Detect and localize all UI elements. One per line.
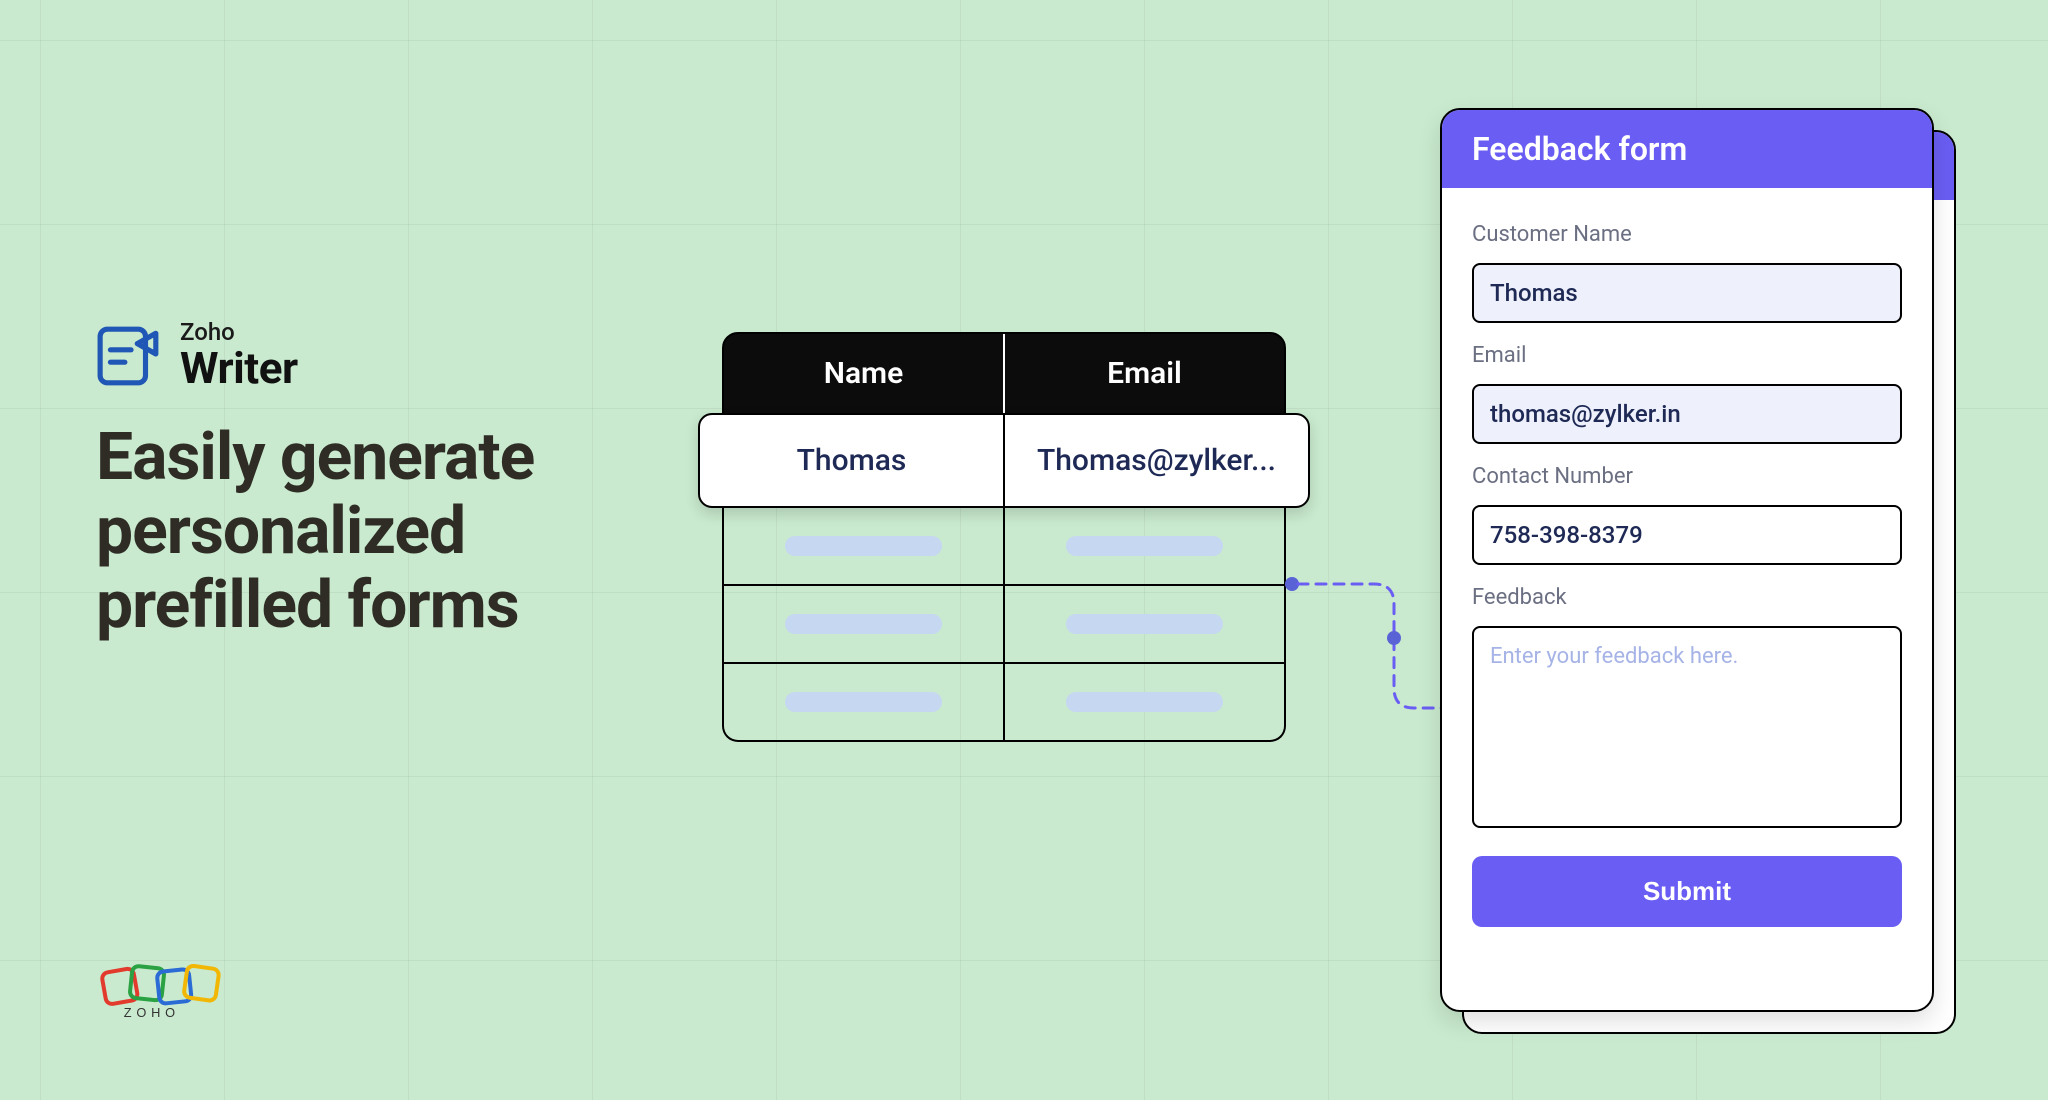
input-contact-number[interactable] [1472, 505, 1902, 565]
cell-placeholder [1005, 664, 1284, 740]
cell-placeholder [1005, 508, 1284, 584]
table-row [724, 508, 1284, 584]
cell-name: Thomas [700, 415, 1005, 506]
label-contact-number: Contact Number [1472, 464, 1902, 489]
brand-lockup: Zoho Writer [96, 320, 696, 391]
table-header: Name Email [722, 332, 1286, 415]
submit-button[interactable]: Submit [1472, 856, 1902, 927]
illustration-canvas: Zoho Writer Easily generate personalized… [44, 40, 2004, 1060]
input-customer-name[interactable] [1472, 263, 1902, 323]
cell-email: Thomas@zylker... [1005, 415, 1308, 506]
left-column: Zoho Writer Easily generate personalized… [96, 320, 696, 643]
table-row-highlighted: Thomas Thomas@zylker... [698, 413, 1310, 508]
form-stack: Feedback form Customer Name Email Contac… [1440, 108, 1934, 1012]
textarea-feedback[interactable] [1472, 626, 1902, 828]
form-card: Feedback form Customer Name Email Contac… [1440, 108, 1934, 1012]
table-header-name: Name [724, 334, 1005, 413]
input-email[interactable] [1472, 384, 1902, 444]
skeleton-bar [1066, 692, 1222, 712]
cell-placeholder [724, 508, 1005, 584]
data-table: Name Email Thomas Thomas@zylker... [722, 332, 1286, 742]
label-customer-name: Customer Name [1472, 222, 1902, 247]
skeleton-bar [785, 692, 941, 712]
form-title: Feedback form [1442, 110, 1932, 188]
skeleton-bar [1066, 536, 1222, 556]
table-row [724, 662, 1284, 740]
skeleton-bar [785, 536, 941, 556]
zoho-logo: ZOHO [96, 956, 230, 1020]
table-header-email: Email [1005, 334, 1284, 413]
skeleton-bar [1066, 614, 1222, 634]
headline: Easily generate personalized prefilled f… [96, 421, 696, 643]
brand-name: Writer [180, 345, 298, 391]
label-email: Email [1472, 343, 1902, 368]
writer-icon [96, 323, 162, 389]
connector-line [1284, 576, 1454, 726]
cell-placeholder [724, 664, 1005, 740]
cell-placeholder [1005, 586, 1284, 662]
cell-placeholder [724, 586, 1005, 662]
table-row [724, 584, 1284, 662]
label-feedback: Feedback [1472, 585, 1902, 610]
zoho-text: ZOHO [124, 1005, 180, 1020]
skeleton-bar [785, 614, 941, 634]
table-body [722, 508, 1286, 742]
